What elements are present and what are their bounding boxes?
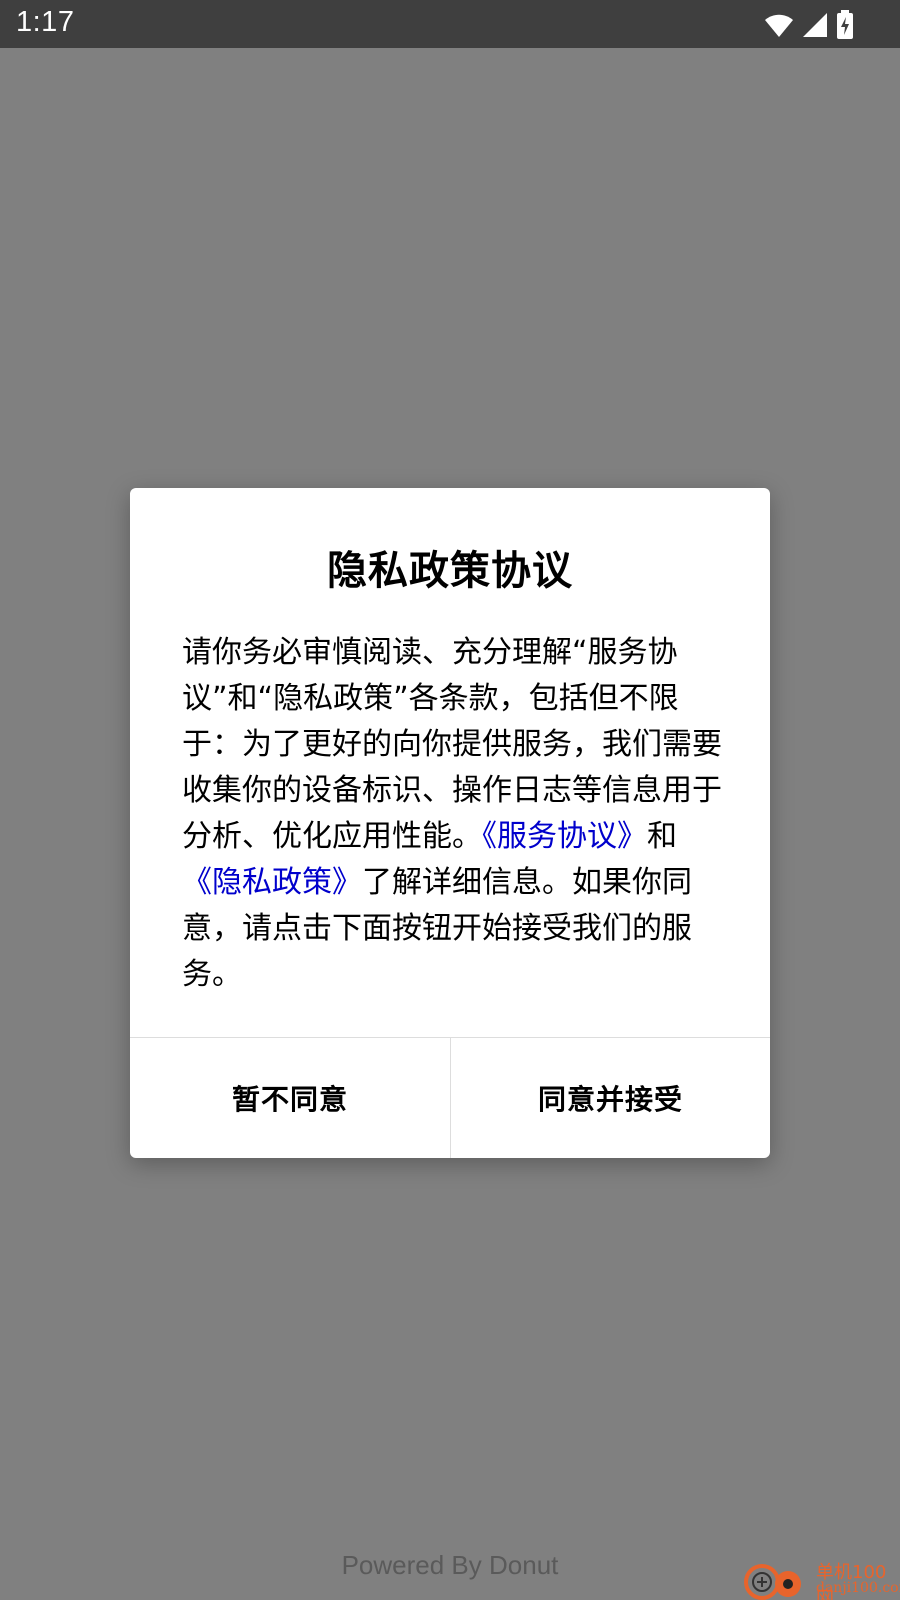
- accept-button[interactable]: 同意并接受: [451, 1038, 770, 1158]
- dialog-body: 请你务必审慎阅读、充分理解“服务协议”和“隐私政策”各条款，包括但不限于：为了更…: [182, 630, 722, 998]
- status-time: 1:17: [16, 6, 75, 38]
- body-text-and: 和: [647, 819, 677, 854]
- service-agreement-link[interactable]: 《服务协议》: [482, 819, 647, 854]
- decline-button[interactable]: 暂不同意: [130, 1038, 450, 1158]
- cell-signal-icon: [802, 12, 828, 38]
- watermark-site-en: danji100.com: [816, 1580, 900, 1596]
- privacy-policy-dialog: 隐私政策协议 请你务必审慎阅读、充分理解“服务协议”和“隐私政策”各条款，包括但…: [130, 488, 770, 1158]
- dialog-title: 隐私政策协议: [327, 548, 573, 594]
- status-icons: [764, 10, 854, 40]
- wifi-icon: [764, 12, 794, 38]
- app-screen: 1:17 隐私政策协议 请你务必审慎阅读、充分理解“服务协议”和“隐私政策”各条…: [0, 0, 900, 1600]
- privacy-policy-link[interactable]: 《隐私政策》: [182, 865, 362, 900]
- battery-charging-icon: [836, 10, 854, 40]
- status-bar: 1:17: [0, 0, 900, 48]
